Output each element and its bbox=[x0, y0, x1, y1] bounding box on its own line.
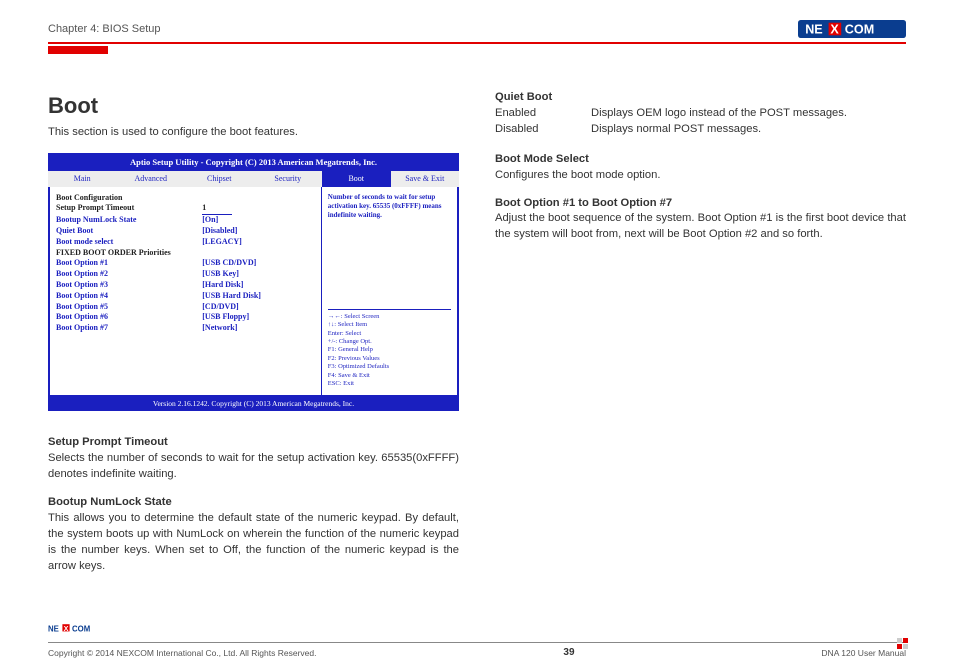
section-title: Boot bbox=[48, 90, 459, 121]
bios-row-label: Boot Option #6 bbox=[56, 312, 202, 323]
svg-text:NE: NE bbox=[805, 23, 823, 37]
bios-key-help: →←: Select Screen↑↓: Select ItemEnter: S… bbox=[328, 309, 451, 389]
bios-row-label: Boot Configuration bbox=[56, 193, 202, 204]
quiet-boot-row: DisabledDisplays normal POST messages. bbox=[495, 122, 906, 138]
bios-key-line: F3: Optimized Defaults bbox=[328, 363, 451, 371]
bios-key-line: F2: Previous Values bbox=[328, 355, 451, 363]
bios-key-line: +/-: Change Opt. bbox=[328, 338, 451, 346]
brand-logo: NE X COM bbox=[798, 20, 906, 38]
bios-tab-chipset: Chipset bbox=[185, 171, 254, 186]
bios-row-value: [LEGACY] bbox=[202, 237, 315, 248]
numlock-body: This allows you to determine the default… bbox=[48, 511, 459, 575]
bios-row: Boot Option #2[USB Key] bbox=[56, 269, 315, 280]
bios-row-label: Bootup NumLock State bbox=[56, 215, 202, 226]
bios-tab-boot: Boot bbox=[322, 171, 391, 186]
quiet-boot-value: Displays normal POST messages. bbox=[591, 122, 906, 138]
bios-row-value: [CD/DVD] bbox=[202, 302, 315, 313]
svg-text:COM: COM bbox=[72, 624, 90, 633]
page-footer: NE X COM Copyright © 2014 NEXCOM Interna… bbox=[48, 623, 906, 658]
boot-option-body: Adjust the boot sequence of the system. … bbox=[495, 211, 906, 243]
bios-row-value: 1 bbox=[202, 203, 315, 215]
bios-title: Aptio Setup Utility - Copyright (C) 2013… bbox=[48, 153, 459, 171]
bios-key-line: F1: General Help bbox=[328, 346, 451, 354]
bios-key-line: F4: Save & Exit bbox=[328, 372, 451, 380]
footer-logo: NE X COM bbox=[48, 623, 906, 642]
boot-option-title: Boot Option #1 to Boot Option #7 bbox=[495, 196, 906, 212]
bios-key-line: ESC: Exit bbox=[328, 380, 451, 388]
bios-row: Boot Option #7[Network] bbox=[56, 323, 315, 334]
section-intro: This section is used to configure the bo… bbox=[48, 125, 459, 141]
bios-settings-panel: Boot ConfigurationSetup Prompt Timeout1B… bbox=[50, 187, 321, 395]
bios-help-panel: Number of seconds to wait for setup acti… bbox=[321, 187, 457, 395]
quiet-boot-key: Enabled bbox=[495, 106, 591, 122]
chapter-title: Chapter 4: BIOS Setup bbox=[48, 23, 161, 35]
bios-key-line: ↑↓: Select Item bbox=[328, 321, 451, 329]
bios-row: Boot Option #6[USB Floppy] bbox=[56, 312, 315, 323]
nexcom-logo-icon: NE X COM bbox=[798, 20, 906, 38]
page-number: 39 bbox=[563, 647, 574, 658]
bios-row-value: [Hard Disk] bbox=[202, 280, 315, 291]
svg-text:COM: COM bbox=[845, 23, 874, 37]
quiet-boot-row: EnabledDisplays OEM logo instead of the … bbox=[495, 106, 906, 122]
bios-row-label: FIXED BOOT ORDER Priorities bbox=[56, 248, 202, 259]
bios-row: Bootup NumLock State[On] bbox=[56, 215, 315, 226]
boot-mode-body: Configures the boot mode option. bbox=[495, 168, 906, 184]
bios-row-value: [USB CD/DVD] bbox=[202, 258, 315, 269]
manual-name: DNA 120 User Manual bbox=[821, 648, 906, 658]
accent-bar bbox=[48, 46, 108, 54]
bios-key-line: Enter: Select bbox=[328, 330, 451, 338]
setup-prompt-title: Setup Prompt Timeout bbox=[48, 435, 459, 451]
bios-row: Boot Option #5[CD/DVD] bbox=[56, 302, 315, 313]
quiet-boot-title: Quiet Boot bbox=[495, 90, 906, 106]
bios-row-label: Boot Option #3 bbox=[56, 280, 202, 291]
page-header: Chapter 4: BIOS Setup NE X COM bbox=[48, 20, 906, 44]
bios-tab-main: Main bbox=[48, 171, 117, 186]
bios-row-label: Boot Option #4 bbox=[56, 291, 202, 302]
bios-row-label: Boot Option #5 bbox=[56, 302, 202, 313]
bios-row-label: Boot Option #1 bbox=[56, 258, 202, 269]
numlock-title: Bootup NumLock State bbox=[48, 495, 459, 511]
bios-row-value: [USB Key] bbox=[202, 269, 315, 280]
bios-row-value bbox=[202, 193, 315, 204]
bios-screenshot: Aptio Setup Utility - Copyright (C) 2013… bbox=[48, 153, 459, 411]
bios-tabs: MainAdvancedChipsetSecurityBootSave & Ex… bbox=[48, 171, 459, 186]
setup-prompt-body: Selects the number of seconds to wait fo… bbox=[48, 451, 459, 483]
bios-row: Boot mode select[LEGACY] bbox=[56, 237, 315, 248]
bios-row-label: Setup Prompt Timeout bbox=[56, 203, 202, 215]
bios-help-text: Number of seconds to wait for setup acti… bbox=[328, 193, 451, 220]
bios-footer: Version 2.16.1242. Copyright (C) 2013 Am… bbox=[48, 397, 459, 412]
bios-key-line: →←: Select Screen bbox=[328, 313, 451, 321]
bios-row-value bbox=[202, 248, 315, 259]
bios-row: Boot Option #4[USB Hard Disk] bbox=[56, 291, 315, 302]
bios-tab-security: Security bbox=[254, 171, 323, 186]
bios-row-label: Boot Option #7 bbox=[56, 323, 202, 334]
svg-text:X: X bbox=[64, 624, 69, 633]
bios-row: Setup Prompt Timeout1 bbox=[56, 203, 315, 215]
left-column: Boot This section is used to configure t… bbox=[48, 90, 459, 586]
nexcom-logo-icon: NE X COM bbox=[48, 623, 120, 635]
bios-tab-saveexit: Save & Exit bbox=[391, 171, 460, 186]
bios-row-value: [USB Hard Disk] bbox=[202, 291, 315, 302]
svg-text:X: X bbox=[830, 23, 839, 37]
footer-squares-icon bbox=[897, 638, 908, 649]
bios-row-value: [USB Floppy] bbox=[202, 312, 315, 323]
bios-row-value: [On] bbox=[202, 215, 315, 226]
boot-mode-title: Boot Mode Select bbox=[495, 152, 906, 168]
bios-row: Boot Option #3[Hard Disk] bbox=[56, 280, 315, 291]
bios-row: FIXED BOOT ORDER Priorities bbox=[56, 248, 315, 259]
bios-row: Quiet Boot[Disabled] bbox=[56, 226, 315, 237]
svg-text:NE: NE bbox=[48, 624, 59, 633]
bios-row-label: Quiet Boot bbox=[56, 226, 202, 237]
right-column: Quiet Boot EnabledDisplays OEM logo inst… bbox=[495, 90, 906, 586]
bios-tab-advanced: Advanced bbox=[117, 171, 186, 186]
bios-row-value: [Disabled] bbox=[202, 226, 315, 237]
bios-row: Boot Option #1[USB CD/DVD] bbox=[56, 258, 315, 269]
quiet-boot-value: Displays OEM logo instead of the POST me… bbox=[591, 106, 906, 122]
bios-row: Boot Configuration bbox=[56, 193, 315, 204]
quiet-boot-key: Disabled bbox=[495, 122, 591, 138]
bios-row-label: Boot mode select bbox=[56, 237, 202, 248]
bios-row-value: [Network] bbox=[202, 323, 315, 334]
copyright-text: Copyright © 2014 NEXCOM International Co… bbox=[48, 648, 316, 658]
bios-row-label: Boot Option #2 bbox=[56, 269, 202, 280]
